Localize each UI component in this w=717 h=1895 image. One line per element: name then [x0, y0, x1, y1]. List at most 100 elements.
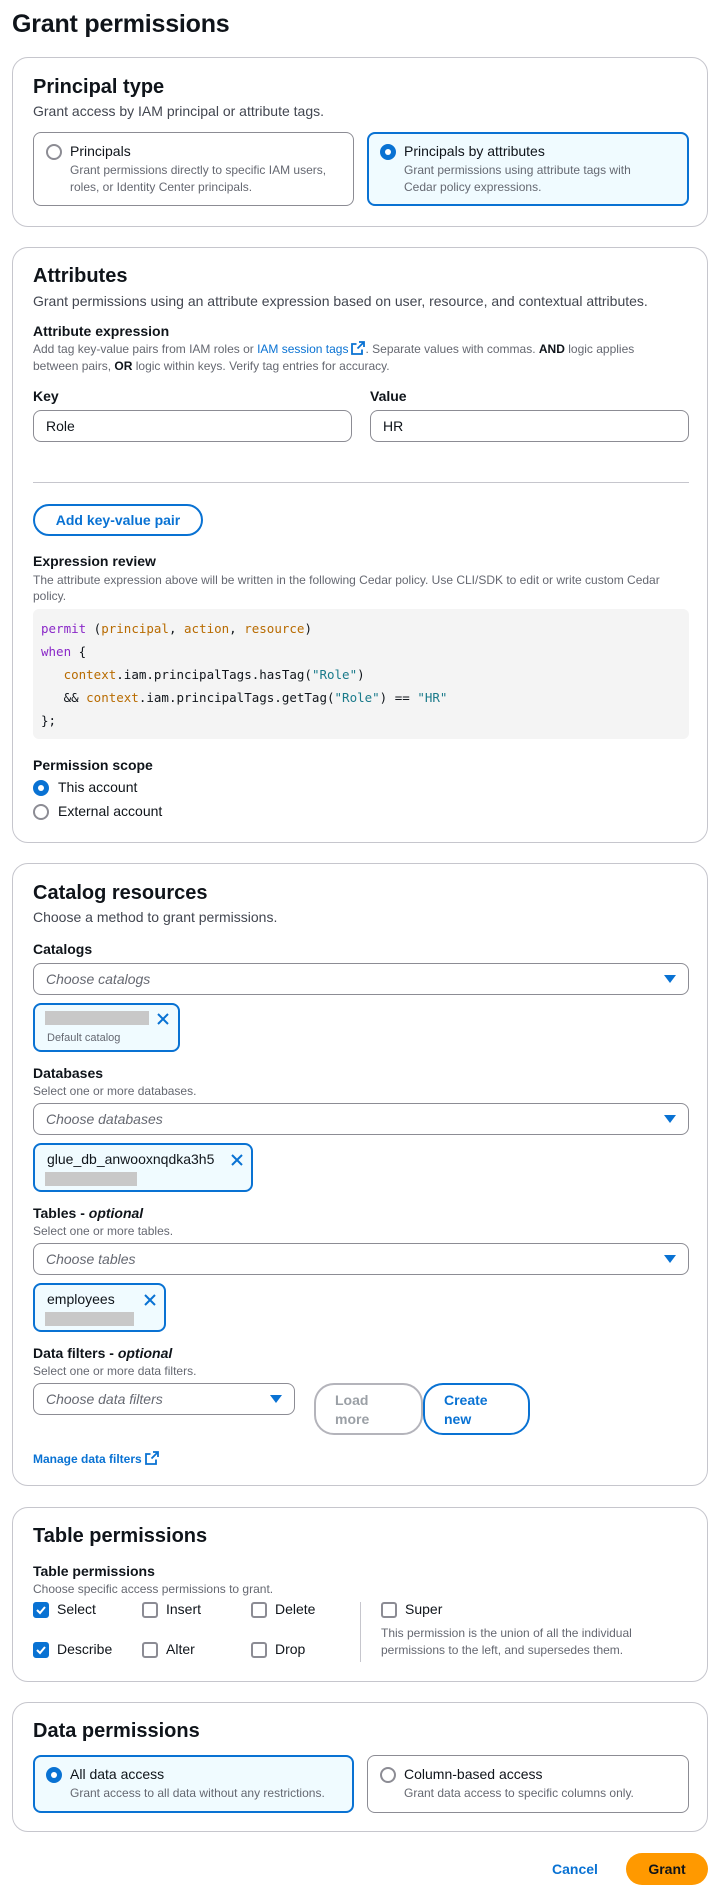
catalog-token: Default catalog: [33, 1003, 180, 1052]
external-account-label[interactable]: External account: [58, 803, 162, 819]
super-label[interactable]: Super: [405, 1601, 442, 1617]
principals-by-attributes-desc-1: Grant permissions using attribute tags w…: [404, 163, 631, 177]
attribute-expression-label: Attribute expression: [33, 323, 170, 339]
principals-by-attributes-radio[interactable]: [380, 144, 396, 160]
attribute-expression-help-line2: between pairs, OR logic within keys. Ver…: [33, 358, 390, 375]
catalogs-select[interactable]: Choose catalogs: [33, 963, 689, 995]
help-and: AND: [538, 342, 565, 356]
caret-down-icon: [270, 1395, 282, 1403]
expression-review-help-1: The attribute expression above will be w…: [33, 573, 660, 587]
manage-data-filters-link[interactable]: Manage data filters: [33, 1451, 159, 1466]
alter-label[interactable]: Alter: [166, 1641, 195, 1657]
select-checkbox[interactable]: [33, 1602, 49, 1618]
drop-label[interactable]: Drop: [275, 1641, 305, 1657]
create-new-button[interactable]: Create new: [423, 1383, 530, 1435]
super-checkbox[interactable]: [381, 1602, 397, 1618]
principal-type-panel: Principal type Grant access by IAM princ…: [12, 57, 708, 227]
external-link-icon: [144, 1451, 159, 1465]
table-token-name: employees: [47, 1291, 115, 1307]
code-line-4: && context.iam.principalTags.getTag("Rol…: [41, 690, 448, 705]
database-token-name: glue_db_anwooxnqdka3h5: [47, 1151, 215, 1167]
databases-help: Select one or more databases.: [33, 1084, 197, 1098]
value-input[interactable]: HR: [370, 410, 689, 442]
select-label[interactable]: Select: [57, 1601, 96, 1617]
value-label: Value: [370, 388, 407, 404]
all-data-access-desc: Grant access to all data without any res…: [70, 1786, 325, 1800]
external-link-icon: [351, 341, 366, 355]
insert-label[interactable]: Insert: [166, 1601, 201, 1617]
tables-label-text: Tables -: [33, 1205, 89, 1221]
alter-checkbox[interactable]: [142, 1642, 158, 1658]
databases-select[interactable]: Choose databases: [33, 1103, 689, 1135]
add-key-value-pair-button[interactable]: Add key-value pair: [33, 504, 203, 536]
close-icon[interactable]: [155, 1011, 171, 1027]
caret-down-icon: [664, 975, 676, 983]
principals-by-attributes-desc-2: Cedar policy expressions.: [404, 180, 542, 194]
attributes-panel: Attributes Grant permissions using an at…: [12, 247, 708, 843]
table-permissions-panel: Table permissions Table permissions Choo…: [12, 1507, 708, 1682]
catalog-token-sub: Default catalog: [47, 1032, 121, 1044]
all-data-access-tile[interactable]: All data access Grant access to all data…: [33, 1755, 354, 1813]
super-desc-2: permissions to the left, and supersedes …: [381, 1643, 624, 1657]
cancel-button[interactable]: Cancel: [552, 1861, 598, 1877]
principals-tile[interactable]: Principals Grant permissions directly to…: [33, 132, 354, 206]
delete-checkbox[interactable]: [251, 1602, 267, 1618]
divider: [33, 482, 689, 483]
data-filters-label: Data filters - optional: [33, 1345, 172, 1361]
database-token: glue_db_anwooxnqdka3h5: [33, 1143, 253, 1192]
load-more-button[interactable]: Load more: [314, 1383, 423, 1435]
grant-permissions-page: Grant permissions Principal type Grant a…: [0, 0, 717, 1895]
redacted-table-sub: [45, 1312, 134, 1326]
tables-select[interactable]: Choose tables: [33, 1243, 689, 1275]
data-filters-optional: optional: [117, 1345, 173, 1361]
all-data-access-title: All data access: [70, 1766, 165, 1782]
principal-type-heading: Principal type: [33, 76, 165, 98]
catalog-resources-heading: Catalog resources: [33, 882, 208, 904]
catalogs-placeholder: Choose catalogs: [46, 971, 151, 987]
column-based-access-tile[interactable]: Column-based access Grant data access to…: [367, 1755, 689, 1813]
external-account-radio[interactable]: [33, 804, 49, 820]
column-based-access-radio[interactable]: [380, 1767, 396, 1783]
insert-checkbox[interactable]: [142, 1602, 158, 1618]
grant-button[interactable]: Grant: [626, 1853, 708, 1885]
databases-placeholder: Choose databases: [46, 1111, 163, 1127]
column-based-access-title: Column-based access: [404, 1766, 543, 1782]
table-permissions-heading: Table permissions: [33, 1525, 208, 1547]
key-input[interactable]: Role: [33, 410, 352, 442]
catalog-resources-panel: Catalog resources Choose a method to gra…: [12, 863, 708, 1486]
describe-checkbox[interactable]: [33, 1642, 49, 1658]
all-data-access-radio[interactable]: [46, 1767, 62, 1783]
help-text-pre: Add tag key-value pairs from IAM roles o…: [33, 342, 258, 356]
help-text-post2: logic applies: [564, 342, 635, 356]
drop-checkbox[interactable]: [251, 1642, 267, 1658]
this-account-label[interactable]: This account: [58, 779, 137, 795]
page-title: Grant permissions: [12, 10, 230, 38]
databases-label: Databases: [33, 1065, 104, 1081]
data-filters-placeholder: Choose data filters: [46, 1391, 163, 1407]
attributes-description: Grant permissions using an attribute exp…: [33, 293, 648, 309]
create-new-l2: new: [444, 1411, 472, 1427]
tables-label: Tables - optional: [33, 1205, 143, 1221]
this-account-radio[interactable]: [33, 780, 49, 796]
principal-type-description: Grant access by IAM principal or attribu…: [33, 103, 325, 119]
close-icon[interactable]: [229, 1152, 245, 1168]
help-text-post1: . Separate values with commas.: [365, 342, 539, 356]
describe-label[interactable]: Describe: [57, 1641, 112, 1657]
caret-down-icon: [664, 1115, 676, 1123]
table-token: employees: [33, 1283, 166, 1332]
delete-label[interactable]: Delete: [275, 1601, 315, 1617]
vertical-divider: [360, 1602, 361, 1662]
iam-session-tags-link[interactable]: IAM session tags: [257, 342, 348, 356]
redacted-catalog-id: [45, 1011, 149, 1025]
principals-radio[interactable]: [46, 144, 62, 160]
expression-review-help-2: policy.: [33, 589, 67, 603]
expression-review-label: Expression review: [33, 553, 156, 569]
principals-by-attributes-tile[interactable]: Principals by attributes Grant permissio…: [367, 132, 689, 206]
check-icon: [36, 1646, 46, 1655]
help-line2-pre: between pairs,: [33, 359, 115, 373]
close-icon[interactable]: [142, 1292, 158, 1308]
data-filters-select[interactable]: Choose data filters: [33, 1383, 295, 1415]
principals-tile-desc-1: Grant permissions directly to specific I…: [70, 163, 327, 177]
tables-help: Select one or more tables.: [33, 1224, 174, 1238]
code-line-2: when {: [41, 644, 87, 659]
